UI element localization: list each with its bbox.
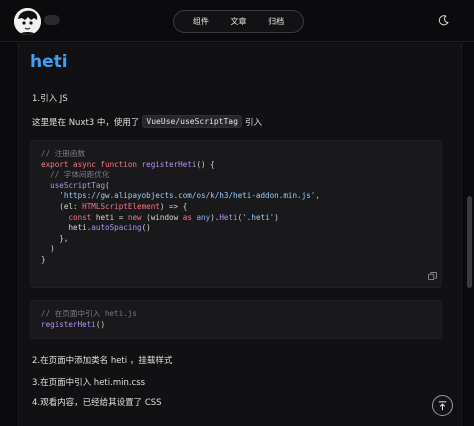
code-punct: (): [95, 319, 106, 329]
step-1-heading: 1.引入 JS: [32, 94, 68, 104]
avatar-cartoon-icon: [14, 8, 41, 35]
code-string: '.heti': [242, 212, 275, 222]
code-content: // 在页面中引入 heti.js registerHeti(): [31, 301, 441, 330]
step-4-heading: 4.观看内容，已经给其设置了 CSS: [32, 398, 162, 408]
copy-icon[interactable]: [428, 272, 437, 281]
scroll-to-top-button[interactable]: [432, 395, 453, 416]
code-text: }: [41, 254, 46, 264]
code-keyword: export async function: [41, 159, 138, 169]
code-content: // 注册函数 export async function registerHe…: [31, 141, 441, 266]
moon-icon[interactable]: [438, 15, 449, 26]
code-function: Heti: [219, 212, 238, 222]
code-keyword: as: [182, 212, 192, 222]
nav-item-components[interactable]: 组件: [193, 16, 209, 27]
article-body: heti 1.引入 JS 这里是在 Nuxt3 中，使用了 VueUse/use…: [18, 43, 462, 426]
code-block-usage: // 在页面中引入 heti.js registerHeti(): [30, 300, 442, 339]
code-type: HTMLScriptElement: [82, 201, 160, 211]
code-text: (window: [141, 212, 183, 222]
intro-text-after: 引入: [244, 117, 262, 128]
code-text: ) => {: [159, 201, 188, 211]
code-text: (): [141, 223, 151, 233]
top-nav: 组件 文章 归档: [173, 10, 304, 33]
code-function: useScriptTag: [50, 180, 106, 190]
avatar[interactable]: [14, 8, 41, 35]
code-text: heti.: [68, 223, 92, 233]
site-header: 组件 文章 归档: [0, 0, 474, 42]
code-keyword: const: [68, 212, 92, 222]
site-name-blurred: [44, 15, 60, 25]
code-text: ): [274, 212, 279, 222]
code-function: registerHeti: [141, 159, 197, 169]
code-text: ): [50, 244, 55, 254]
code-comment: // 字体间距优化: [50, 170, 110, 180]
arrow-up-icon: [438, 401, 447, 411]
code-keyword: new: [127, 212, 142, 222]
code-comment: // 在页面中引入 heti.js: [41, 309, 137, 318]
page-scrollbar[interactable]: [467, 196, 472, 288]
intro-paragraph: 这里是在 Nuxt3 中，使用了 VueUse/useScriptTag 引入: [32, 115, 262, 128]
nav-item-articles[interactable]: 文章: [230, 16, 246, 27]
step-2-heading: 2.在页面中添加类名 heti ，挂载样式: [32, 356, 173, 366]
code-text: (el:: [59, 201, 83, 211]
code-type: any: [191, 212, 211, 222]
code-text: heti =: [91, 212, 128, 222]
code-function: autoSpacing: [91, 223, 142, 233]
code-punct: () {: [196, 159, 215, 169]
code-comment: // 注册函数: [41, 149, 86, 158]
code-text: },: [59, 233, 69, 243]
intro-text-before: 这里是在 Nuxt3 中，使用了: [32, 117, 140, 128]
code-string: 'https://gw.alipayobjects.com/os/k/h3/he…: [59, 191, 320, 201]
inline-code: VueUse/useScriptTag: [142, 115, 242, 128]
code-text: ).: [210, 212, 220, 222]
step-3-heading: 3.在页面中引入 heti.min.css: [32, 378, 146, 388]
code-function: registerHeti: [41, 319, 96, 329]
code-block-register: // 注册函数 export async function registerHe…: [30, 140, 442, 288]
code-punct: (: [105, 180, 110, 190]
nav-item-archive[interactable]: 归档: [268, 16, 284, 27]
article-title: heti: [30, 52, 68, 72]
page: 组件 文章 归档 heti 1.引入 JS 这里是在 Nuxt3 中，使用了 V…: [0, 0, 474, 426]
